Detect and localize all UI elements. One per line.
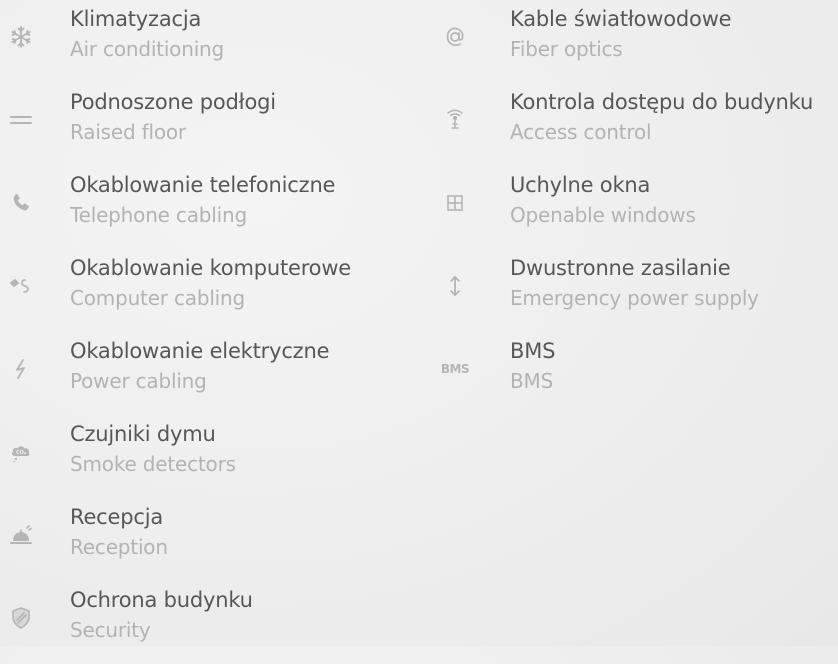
amenity-security: Ochrona budynku Security [0, 581, 420, 664]
amenity-label-en: Telephone cabling [70, 203, 247, 227]
lightning-icon [6, 354, 36, 384]
amenity-label-en: Raised floor [70, 120, 186, 144]
amenity-openable-windows: Uchylne okna Openable windows [440, 166, 838, 249]
amenity-fiber-optics: Kable światłowodowe Fiber optics [440, 0, 838, 83]
bms-icon: BMS [440, 354, 470, 384]
amenity-label-pl: Okablowanie elektryczne [70, 339, 330, 363]
amenity-label-pl: Uchylne okna [510, 173, 651, 197]
amenity-label-pl: Ochrona budynku [70, 588, 253, 612]
amenity-smoke-detectors: CO₂ Czujniki dymu Smoke detectors [0, 415, 420, 498]
amenity-label-en: Access control [510, 120, 652, 144]
amenity-label-pl: Kable światłowodowe [510, 7, 732, 31]
amenity-access-control: Kontrola dostępu do budynku Access contr… [440, 83, 838, 166]
amenity-label-en: Reception [70, 535, 168, 559]
amenities-left-column: Klimatyzacja Air conditioning Podnoszone… [0, 0, 420, 664]
amenity-label-en: Computer cabling [70, 286, 246, 310]
amenity-label-pl: Czujniki dymu [70, 422, 216, 446]
updown-arrow-icon [440, 271, 470, 301]
amenity-label-en: Security [70, 618, 151, 642]
reception-bell-icon [6, 520, 36, 550]
amenity-label-pl: Okablowanie telefoniczne [70, 173, 336, 197]
window-icon [440, 188, 470, 218]
amenity-label-en: Openable windows [510, 203, 696, 227]
amenity-label-en: BMS [510, 369, 554, 393]
antenna-icon [440, 105, 470, 135]
shield-icon [6, 603, 36, 633]
svg-text:CO₂: CO₂ [16, 450, 26, 456]
amenity-reception: Recepcja Reception [0, 498, 420, 581]
amenity-label-pl: Kontrola dostępu do budynku [510, 90, 814, 114]
bms-icon-text: BMS [440, 362, 470, 376]
amenity-telephone-cabling: Okablowanie telefoniczne Telephone cabli… [0, 166, 420, 249]
amenity-label-en: Fiber optics [510, 37, 623, 61]
snowflake-icon [6, 22, 36, 52]
amenity-air-conditioning: Klimatyzacja Air conditioning [0, 0, 420, 83]
amenity-label-en: Air conditioning [70, 37, 225, 61]
amenity-label-en: Emergency power supply [510, 286, 759, 310]
amenity-computer-cabling: Okablowanie komputerowe Computer cabling [0, 249, 420, 332]
amenity-power-cabling: Okablowanie elektryczne Power cabling [0, 332, 420, 415]
amenity-bms: BMS BMS BMS [440, 332, 838, 415]
at-sign-icon [440, 22, 470, 52]
amenity-label-en: Smoke detectors [70, 452, 236, 476]
amenity-label-pl: BMS [510, 339, 556, 363]
amenity-emergency-power: Dwustronne zasilanie Emergency power sup… [440, 249, 838, 332]
amenity-label-en: Power cabling [70, 369, 207, 393]
amenities-right-column: Kable światłowodowe Fiber optics Kontrol… [440, 0, 838, 415]
amenity-label-pl: Podnoszone podłogi [70, 90, 276, 114]
phone-icon [6, 188, 36, 218]
smoke-cloud-icon: CO₂ [6, 437, 36, 467]
amenity-label-pl: Recepcja [70, 505, 164, 529]
amenity-raised-floor: Podnoszone podłogi Raised floor [0, 83, 420, 166]
amenity-label-pl: Klimatyzacja [70, 7, 202, 31]
raised-floor-icon [6, 105, 36, 135]
amenity-label-pl: Dwustronne zasilanie [510, 256, 731, 280]
computer-cable-icon [6, 271, 36, 301]
amenity-label-pl: Okablowanie komputerowe [70, 256, 352, 280]
